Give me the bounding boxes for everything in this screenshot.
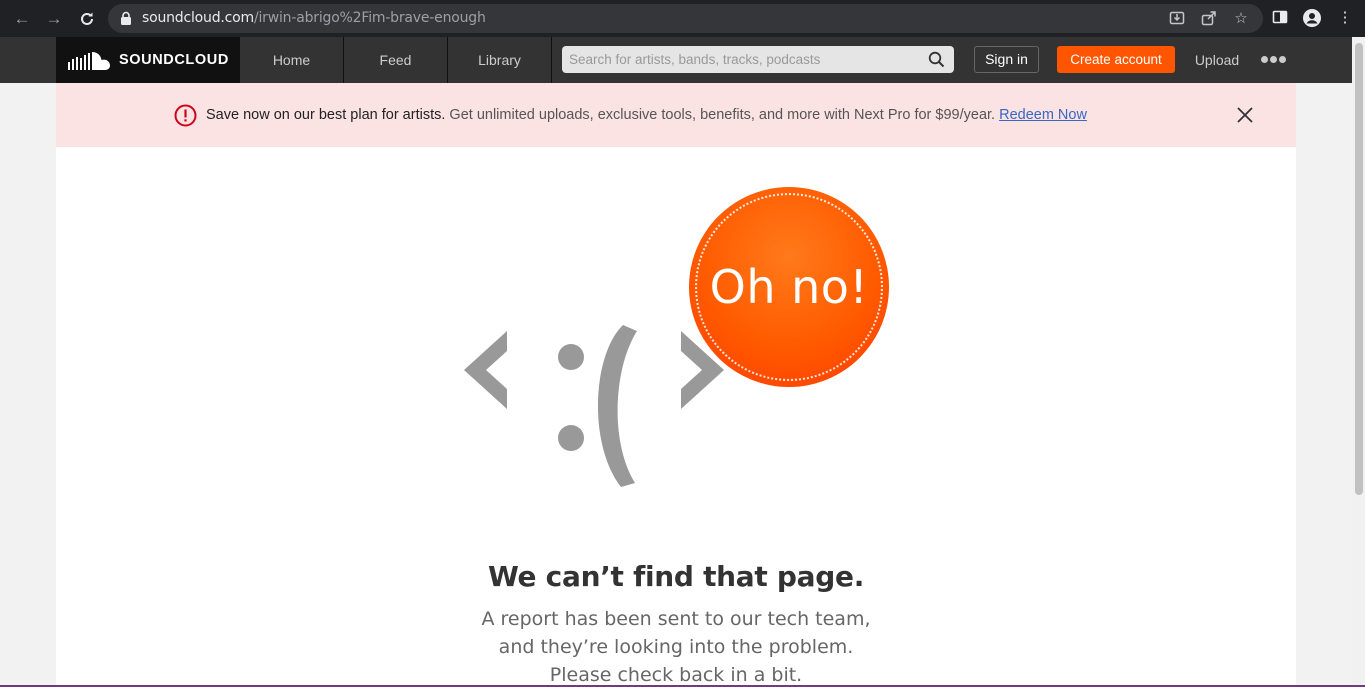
cloud-logo-icon	[68, 52, 110, 70]
page-viewport: SOUNDCLOUD Home Feed Library Sign in Cre…	[0, 37, 1352, 687]
lock-icon	[121, 11, 131, 25]
bookmark-star-icon[interactable]: ☆	[1232, 10, 1250, 28]
scrollbar-thumb[interactable]	[1355, 43, 1363, 495]
promo-banner: Save now on our best plan for artists. G…	[56, 83, 1296, 147]
sign-in-button[interactable]: Sign in	[974, 46, 1039, 73]
forward-icon[interactable]: →	[43, 8, 65, 30]
oh-no-text: Oh no!	[709, 260, 869, 314]
browser-toolbar: ← → soundcloud.com/irwin-abrigo%2Fim-bra…	[0, 0, 1365, 37]
share-icon[interactable]	[1200, 10, 1218, 28]
site-header: SOUNDCLOUD Home Feed Library Sign in Cre…	[0, 37, 1352, 83]
upload-link[interactable]: Upload	[1186, 37, 1248, 83]
oh-no-badge: Oh no!	[689, 187, 889, 387]
banner-message: Save now on our best plan for artists. G…	[206, 83, 1087, 147]
alert-icon	[174, 104, 197, 127]
search-icon[interactable]	[928, 51, 945, 68]
error-line-2: and they’re looking into the problem.	[498, 636, 854, 658]
nav-feed[interactable]: Feed	[344, 37, 448, 83]
chrome-menu-icon[interactable]: ⋮	[1336, 9, 1354, 27]
logo-wordmark: SOUNDCLOUD	[119, 52, 229, 68]
nav-home[interactable]: Home	[240, 37, 344, 83]
install-app-icon[interactable]	[1168, 10, 1186, 28]
address-bar[interactable]: soundcloud.com/irwin-abrigo%2Fim-brave-e…	[108, 4, 1263, 33]
profile-icon[interactable]	[1303, 9, 1321, 27]
error-content: Oh no! We can’t find that page. A report…	[56, 147, 1296, 687]
error-line-3: Please check back in a bit.	[549, 664, 803, 686]
more-options-icon[interactable]	[1258, 50, 1288, 70]
sad-face-illustration	[464, 325, 724, 487]
create-account-button[interactable]: Create account	[1057, 46, 1175, 73]
redeem-now-link[interactable]: Redeem Now	[999, 107, 1087, 123]
nav-library[interactable]: Library	[448, 37, 552, 83]
search-box	[562, 46, 954, 73]
banner-text: Get unlimited uploads, exclusive tools, …	[445, 107, 1000, 123]
side-panel-icon[interactable]	[1271, 9, 1289, 27]
scrollbar[interactable]	[1352, 37, 1365, 687]
close-icon[interactable]	[1236, 106, 1254, 124]
error-heading: We can’t find that page.	[487, 560, 865, 593]
banner-headline: Save now on our best plan for artists.	[206, 107, 446, 123]
back-icon[interactable]: ←	[11, 8, 33, 30]
reload-icon[interactable]	[76, 8, 98, 30]
search-input[interactable]	[562, 46, 922, 73]
error-line-1: A report has been sent to our tech team,	[481, 608, 871, 630]
url-text[interactable]: soundcloud.com/irwin-abrigo%2Fim-brave-e…	[142, 4, 486, 33]
soundcloud-logo[interactable]: SOUNDCLOUD	[56, 37, 240, 83]
